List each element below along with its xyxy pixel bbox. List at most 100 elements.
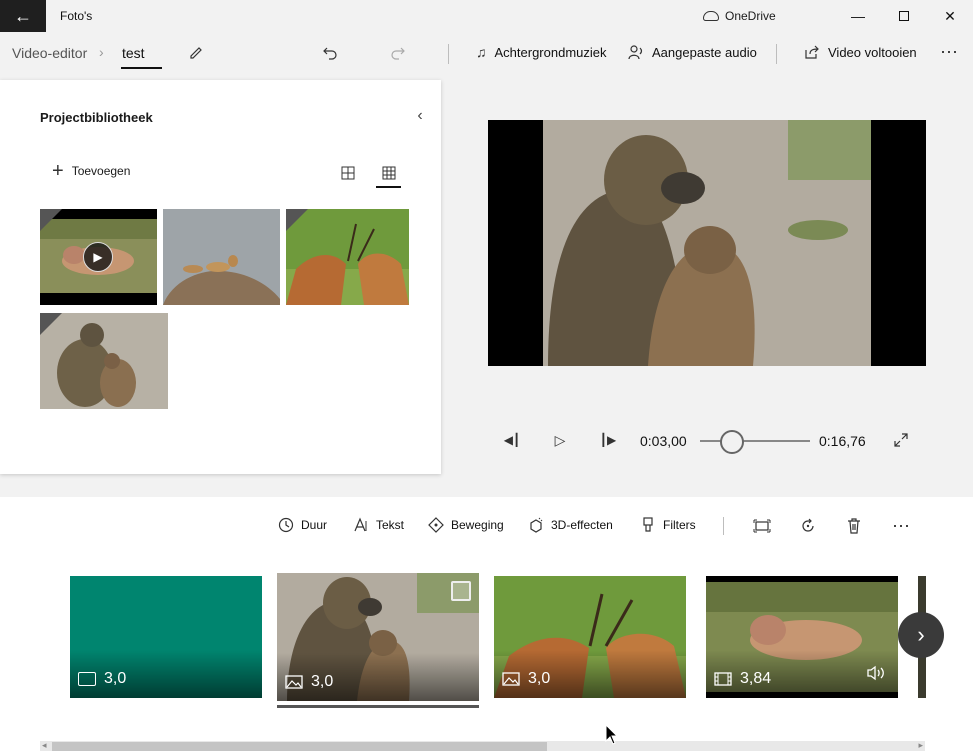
scrollbar-thumb[interactable]	[52, 742, 547, 751]
project-name[interactable]: test	[122, 45, 145, 61]
3d-effects-button[interactable]: 3D-effecten	[528, 517, 613, 533]
large-grid-view-button[interactable]	[335, 162, 361, 184]
current-time: 0:03,00	[640, 433, 687, 449]
image-icon	[502, 672, 520, 686]
storyboard-scrollbar[interactable]: ◂ ▸	[40, 740, 925, 751]
rotate-button[interactable]	[796, 515, 820, 537]
minimize-icon: —	[851, 8, 865, 24]
close-button[interactable]: ✕	[927, 0, 973, 32]
music-note-icon: ♫	[476, 44, 487, 60]
chevron-left-icon: ‹	[417, 107, 423, 124]
volume-button[interactable]	[866, 665, 886, 686]
title-bar: ← Foto's OneDrive — ✕	[0, 0, 973, 32]
card-duration-value: 3,0	[104, 670, 127, 687]
custom-audio-button[interactable]: Aangepaste audio	[628, 44, 757, 60]
scroll-right-button[interactable]: ›	[898, 612, 944, 658]
text-button[interactable]: Tekst	[353, 517, 404, 533]
breadcrumb-video-editor[interactable]: Video-editor	[12, 45, 87, 61]
library-item-lion-video[interactable]: ▶	[40, 209, 157, 305]
step-forward-icon: ┃▶	[599, 433, 617, 447]
filters-label: Filters	[663, 518, 696, 532]
library-title: Projectbibliotheek	[40, 110, 153, 125]
close-icon: ✕	[944, 7, 956, 24]
pencil-icon	[190, 47, 202, 59]
onedrive-button[interactable]: OneDrive	[703, 9, 776, 23]
duration-label: Duur	[301, 518, 328, 532]
library-item-lions-rock[interactable]	[163, 209, 280, 305]
library-item-impalas[interactable]	[286, 209, 409, 305]
clock-icon	[278, 517, 294, 533]
card-duration: 3,0	[502, 670, 550, 688]
storyboard-more-button[interactable]: ⋯	[889, 515, 913, 537]
image-icon	[285, 675, 303, 689]
grid-large-icon	[341, 166, 355, 180]
card-duration-value: 3,0	[528, 670, 551, 687]
video-corner-marker	[40, 209, 62, 231]
small-grid-view-button[interactable]	[376, 162, 402, 184]
storyboard-card-baboons[interactable]: 3,0	[277, 573, 479, 701]
resize-icon	[753, 519, 771, 533]
add-media-button[interactable]: + Toevoegen	[52, 161, 131, 181]
storyboard-toolbar-divider	[723, 517, 724, 535]
video-preview[interactable]	[488, 120, 926, 366]
more-options-button[interactable]: ⋯	[936, 40, 962, 64]
title-card-icon	[78, 672, 96, 686]
minimize-button[interactable]: —	[835, 0, 881, 32]
toolbar-divider	[776, 44, 777, 64]
more-icon: ⋯	[940, 41, 958, 62]
play-button[interactable]: ▷	[548, 428, 572, 452]
custom-audio-label: Aangepaste audio	[652, 44, 757, 60]
chevron-right-icon: ›	[99, 44, 104, 60]
selected-card-indicator	[277, 705, 479, 708]
share-icon	[805, 45, 819, 59]
more-icon: ⋯	[892, 515, 910, 536]
motion-label: Beweging	[451, 518, 504, 532]
storyboard-card-impalas[interactable]: 3,0	[494, 576, 686, 698]
motion-button[interactable]: Beweging	[428, 517, 504, 533]
next-frame-button[interactable]: ┃▶	[596, 428, 620, 452]
background-music-button[interactable]: ♫ Achtergrondmuziek	[476, 44, 607, 60]
active-view-indicator	[376, 186, 401, 188]
3d-effects-icon	[530, 517, 543, 533]
play-icon: ▷	[554, 431, 566, 448]
undo-button[interactable]	[318, 42, 342, 64]
text-label: Tekst	[376, 518, 405, 532]
mouse-cursor-icon	[605, 724, 619, 745]
rotate-icon	[802, 518, 814, 532]
seek-track[interactable]	[700, 440, 810, 442]
card-duration: 3,84	[714, 670, 771, 688]
collapse-library-button[interactable]: ‹	[410, 106, 430, 126]
image-corner-marker	[40, 313, 62, 335]
previous-frame-button[interactable]: ◀┃	[500, 428, 524, 452]
storyboard-card-lion-video[interactable]: 3,84	[706, 576, 898, 698]
toolbar-divider	[448, 44, 449, 64]
storyboard-panel: Duur Tekst Beweging 3D-effecten Filters	[0, 497, 973, 754]
undo-icon	[323, 47, 337, 60]
add-media-label: Toevoegen	[71, 164, 131, 178]
playback-controls: ◀┃ ▷ ┃▶ 0:03,00 0:16,76	[500, 428, 920, 454]
scroll-left-arrow-icon[interactable]: ◂	[42, 740, 47, 751]
filters-button[interactable]: Filters	[640, 517, 696, 533]
command-bar: Video-editor › test ♫ Achtergrondmuziek …	[0, 32, 973, 74]
scroll-right-arrow-icon[interactable]: ▸	[918, 740, 923, 751]
3d-effects-label: 3D-effecten	[551, 518, 613, 532]
speaker-icon	[867, 665, 884, 681]
rename-button[interactable]	[184, 42, 208, 64]
back-button[interactable]: ←	[0, 0, 46, 32]
storyboard-card-title[interactable]: 3,0	[70, 576, 262, 698]
crop-button[interactable]	[750, 515, 774, 537]
fullscreen-button[interactable]	[889, 428, 913, 452]
maximize-button[interactable]	[881, 0, 927, 32]
background-music-label: Achtergrondmuziek	[494, 44, 607, 60]
finish-video-label: Video voltooien	[828, 44, 917, 60]
library-item-baboons[interactable]	[40, 313, 168, 409]
expand-icon	[894, 433, 908, 447]
delete-button[interactable]	[842, 515, 866, 537]
motion-icon	[428, 517, 444, 533]
seek-slider-thumb[interactable]	[719, 430, 744, 454]
select-checkbox[interactable]	[451, 581, 471, 601]
play-icon: ▶	[83, 242, 113, 272]
redo-button[interactable]	[386, 42, 410, 64]
finish-video-button[interactable]: Video voltooien	[804, 44, 917, 60]
duration-button[interactable]: Duur	[278, 517, 327, 533]
